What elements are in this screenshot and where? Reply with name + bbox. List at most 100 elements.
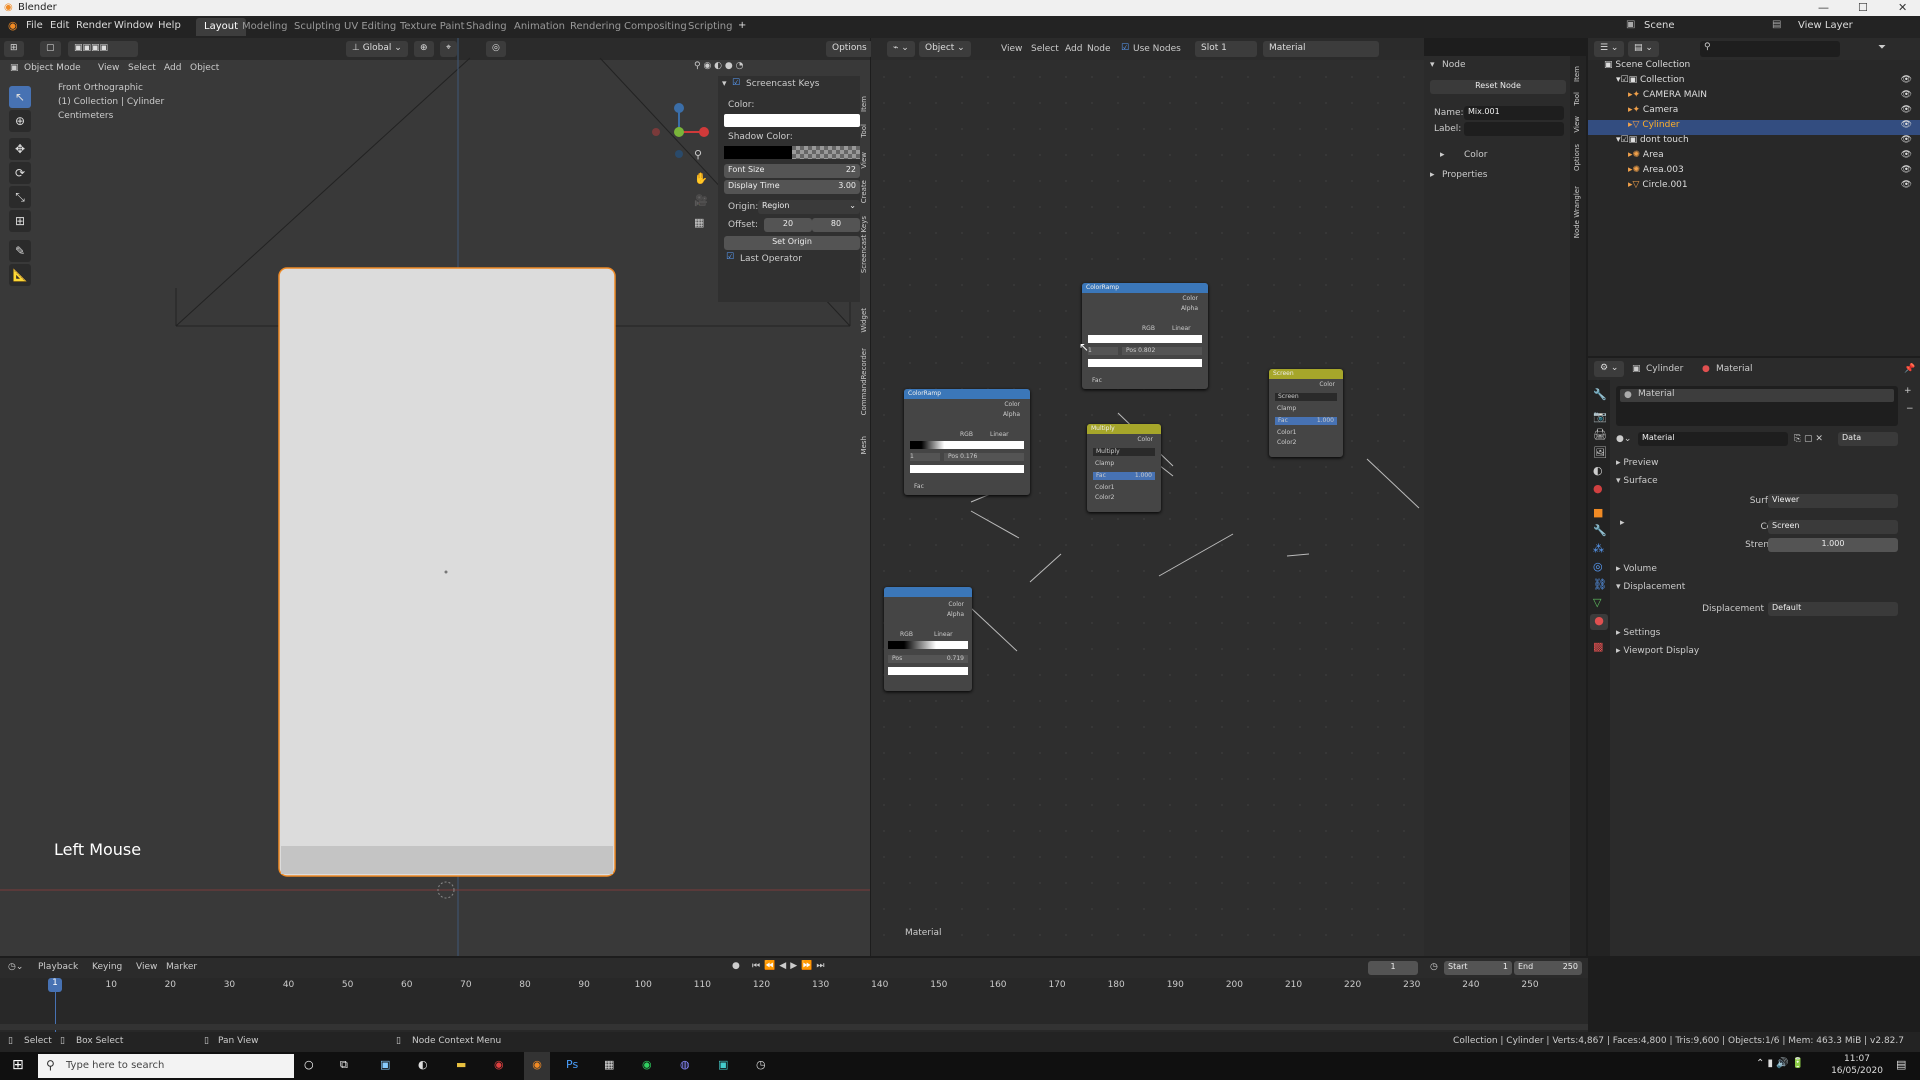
color-ramp-gradient[interactable] (910, 441, 1024, 449)
particles-tab-icon[interactable]: ⁂ (1593, 542, 1604, 555)
cortana-icon[interactable]: ○ (304, 1058, 314, 1071)
menu-window[interactable]: Window (114, 20, 153, 31)
ramp-index-field[interactable]: 1 (910, 453, 940, 461)
app-icon-1[interactable]: ▣ (380, 1058, 390, 1071)
timeline-scrollbar[interactable] (0, 1024, 1588, 1030)
pin-icon[interactable]: 📌 (1904, 364, 1915, 374)
ortho-grid-icon[interactable]: ▦ (694, 216, 704, 229)
outliner-search-input[interactable] (1700, 41, 1840, 57)
tree-item-dont-touch[interactable]: ▾☑▣ dont touch 👁 (1588, 135, 1920, 150)
filter-icon[interactable]: ⏷ (1878, 42, 1886, 53)
vp-tab-item[interactable]: Item (860, 96, 868, 112)
outliner-editor-type[interactable]: ☰ ⌄ (1594, 41, 1625, 57)
constraints-tab-icon[interactable]: ⛓ (1593, 578, 1607, 591)
preview-range-icon[interactable]: ◷ (1430, 962, 1438, 972)
material-browse-icon[interactable]: ●⌄ (1616, 434, 1631, 444)
menu-edit[interactable]: Edit (50, 20, 69, 31)
display-time-field[interactable]: Display Time 3.00 (724, 180, 860, 194)
surface-section[interactable]: ▾ Surface (1616, 476, 1658, 486)
spotify-icon[interactable]: ◉ (642, 1058, 652, 1071)
menu-render[interactable]: Render (76, 20, 112, 31)
output-tab-icon[interactable]: 🖨 (1593, 428, 1607, 441)
properties-section[interactable]: Properties (1442, 170, 1487, 180)
node-colorramp-3[interactable]: Color Alpha RGB Linear Pos 0.719 (884, 587, 972, 691)
material-tab-icon[interactable]: ● (1590, 614, 1608, 630)
visibility-eye-icon[interactable]: 👁 (1901, 135, 1920, 145)
vp-tab-view[interactable]: View (860, 152, 868, 169)
material-slot-list[interactable]: Material ● (1616, 386, 1898, 426)
tree-item-area-003[interactable]: ▸✺ Area.003 👁 (1588, 165, 1920, 180)
timeline-editor-type[interactable]: ◷⌄ (8, 962, 23, 972)
ramp-color-field[interactable] (1088, 359, 1202, 367)
end-frame-field[interactable]: End 250 (1514, 961, 1582, 975)
menu-file[interactable]: File (26, 20, 43, 31)
timeline-menu-view[interactable]: View (136, 962, 157, 972)
shadow-swatch-alpha[interactable] (792, 146, 860, 159)
timeline-menu-playback[interactable]: Playback (38, 962, 78, 972)
color-ramp-gradient[interactable] (1088, 335, 1202, 343)
tree-item-cylinder[interactable]: ▸▽ Cylinder 👁 (1588, 120, 1920, 135)
node-tab-item[interactable]: Item (1573, 66, 1581, 82)
set-origin-button[interactable]: Set Origin (724, 236, 860, 250)
fac-field[interactable]: Fac 1.000 (1093, 472, 1155, 480)
preview-section[interactable]: ▸ Preview (1616, 458, 1658, 468)
menu-help[interactable]: Help (158, 20, 181, 31)
system-tray-icons[interactable]: ⌃ ▮ 🔊 🔋 (1756, 1058, 1804, 1069)
view-layer-tab-icon[interactable]: 🖼 (1593, 446, 1607, 459)
display-mode-dropdown[interactable]: ▤ ⌄ (1628, 41, 1659, 57)
tree-item-camera-main[interactable]: ▸✦ CAMERA MAIN 👁 (1588, 90, 1920, 105)
reset-node-button[interactable]: Reset Node (1430, 80, 1566, 94)
node-name-field[interactable]: Mix.001 (1464, 106, 1564, 120)
fac-field[interactable]: Fac 1.000 (1275, 417, 1337, 425)
app-icon-2[interactable]: ◐ (418, 1058, 428, 1071)
timeline-menu-keying[interactable]: Keying (92, 962, 122, 972)
material-copy-icons[interactable]: ⎘ ▢ ✕ (1794, 434, 1823, 444)
start-frame-field[interactable]: Start 1 (1444, 961, 1512, 975)
color-ramp-gradient[interactable] (888, 641, 968, 649)
minimize-button[interactable]: — (1818, 1, 1829, 14)
visibility-eye-icon[interactable]: 👁 (1901, 150, 1920, 160)
node-tab-tool[interactable]: Tool (1573, 92, 1581, 106)
camera-view-icon[interactable]: 🎥 (694, 194, 708, 207)
modifier-tab-icon[interactable]: 🔧 (1593, 524, 1607, 537)
vp-tab-mesh[interactable]: Mesh (860, 436, 868, 454)
blend-mode-dropdown[interactable]: Screen (1275, 393, 1337, 401)
offset-y-field[interactable]: 80 (812, 218, 860, 232)
last-operator-checkbox[interactable]: ☑ (726, 252, 734, 262)
current-frame-field[interactable]: 1 (1368, 961, 1418, 975)
material-name-field[interactable]: Material (1638, 432, 1788, 446)
visibility-eye-icon[interactable]: 👁 (1901, 165, 1920, 175)
photoshop-icon[interactable]: Ps (566, 1058, 578, 1071)
node-tab-view[interactable]: View (1573, 116, 1581, 133)
properties-editor-type[interactable]: ⚙ ⌄ (1594, 361, 1625, 377)
tree-item-circle-001[interactable]: ▸▽ Circle.001 👁 (1588, 180, 1920, 195)
node-tab-options[interactable]: Options (1573, 144, 1581, 171)
playback-controls-icons[interactable]: ⏮⏪◀▶⏩⏭ (752, 961, 828, 971)
shader-node-editor[interactable]: ⌁ ⌄ Object ⌄ View Select Add Node ☑ Use … (871, 38, 1424, 956)
node-multiply[interactable]: Multiply Color Multiply Clamp Fac 1.000 … (1087, 424, 1161, 512)
add-workspace-button[interactable]: + (738, 20, 746, 31)
tree-item-camera[interactable]: ▸✦ Camera 👁 (1588, 105, 1920, 120)
close-button[interactable]: ✕ (1898, 1, 1907, 14)
playhead[interactable]: 1 (48, 978, 62, 992)
offset-x-field[interactable]: 20 (764, 218, 812, 232)
color-input-field[interactable]: Screen (1768, 520, 1898, 534)
vp-tab-command-recorder[interactable]: CommandRecorder (860, 348, 868, 415)
timeline-menu-marker[interactable]: Marker (166, 962, 197, 972)
expand-chevron-icon[interactable]: ▾ (722, 79, 727, 89)
texture-tab-icon[interactable]: ▩ (1593, 640, 1603, 653)
object-tab-icon[interactable]: ■ (1593, 506, 1603, 519)
scene-tab-icon[interactable]: ◐ (1593, 464, 1603, 477)
calculator-icon[interactable]: ▦ (604, 1058, 614, 1071)
blender-taskbar-icon[interactable]: ◉ (524, 1052, 550, 1080)
vp-tab-create[interactable]: Create (860, 180, 868, 203)
node-color-toggle[interactable]: Color (1464, 150, 1488, 160)
ramp-color-field[interactable] (888, 667, 968, 675)
tree-item-collection[interactable]: ▾☑▣ Collection 👁 (1588, 75, 1920, 90)
visibility-eye-icon[interactable]: 👁 (1901, 90, 1920, 100)
ramp-index-field[interactable]: 1 (1088, 347, 1118, 355)
vp-tab-tool[interactable]: Tool (860, 124, 868, 138)
zoom-icon[interactable]: ⚲ (694, 148, 702, 161)
view-layer-selector[interactable]: View Layer (1798, 20, 1853, 31)
displacement-section[interactable]: ▾ Displacement (1616, 582, 1685, 592)
